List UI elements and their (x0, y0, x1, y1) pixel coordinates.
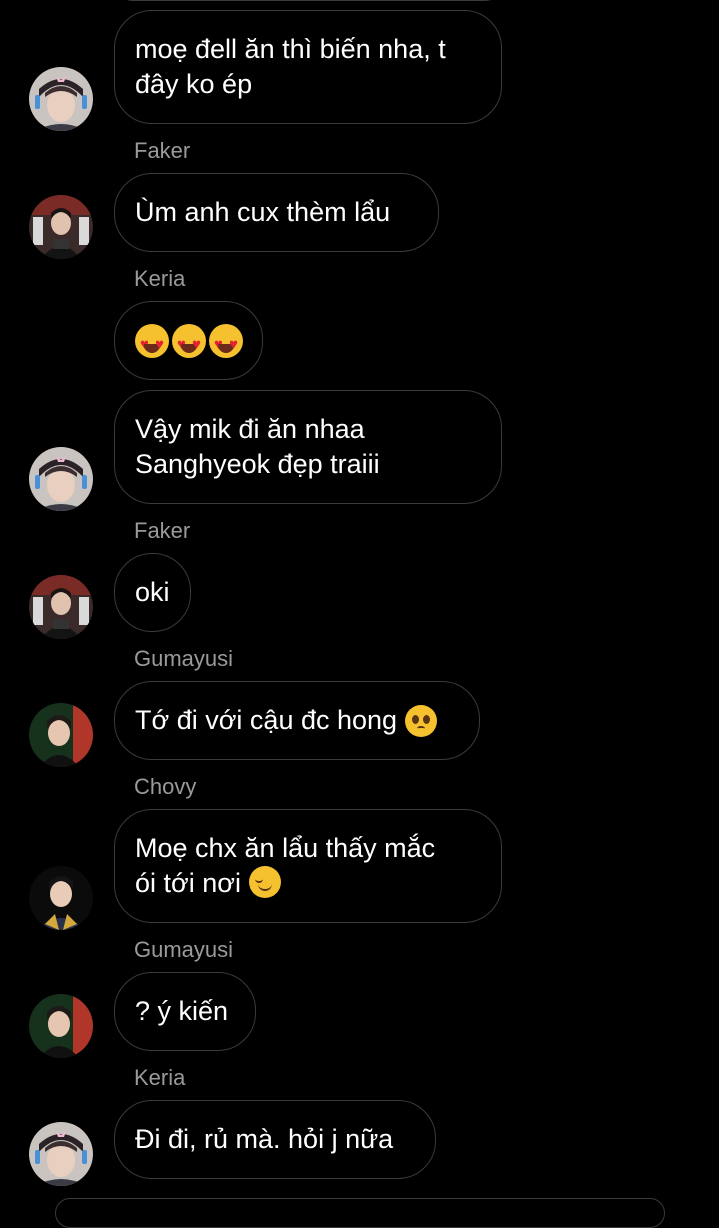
heart-eyes-emoji-icon (135, 323, 169, 362)
message-text: moẹ đell ăn thì biến nha, t đây ko ép (135, 34, 446, 99)
message-bubble[interactable]: Tớ đi với cậu đc hong (114, 681, 480, 760)
message-bubble[interactable]: Vậy mik đi ăn nhaa Sanghyeok đẹp traiii (114, 390, 502, 504)
sender-name: Chovy (134, 774, 197, 799)
chat-thread: moẹ đell ăn thì biến nha, t đây ko ép Fa… (0, 0, 719, 1228)
heart-eyes-emoji-icon (172, 323, 206, 362)
message-text: Tớ đi với cậu đc hong (135, 705, 398, 735)
message-bubble[interactable] (114, 301, 263, 380)
previous-message-bubble-edge (114, 0, 504, 1)
message-text: Ùm anh cux thèm lẩu (135, 197, 391, 227)
next-message-bubble-edge (55, 1198, 665, 1228)
message-text: oki (135, 577, 170, 607)
message-bubble[interactable]: ? ý kiến (114, 972, 256, 1051)
faker-avatar[interactable] (29, 195, 93, 259)
heart-eyes-emoji-icon (209, 323, 243, 362)
sender-name: Faker (134, 518, 191, 543)
message-bubble[interactable]: Ùm anh cux thèm lẩu (114, 173, 439, 252)
gumayusi-avatar[interactable] (29, 703, 93, 767)
message-text: Vậy mik đi ăn nhaa Sanghyeok đẹp traiii (135, 414, 380, 479)
keria-avatar[interactable] (29, 447, 93, 511)
message-bubble[interactable]: Moẹ chx ăn lẩu thấy mắc ói tới nơi (114, 809, 502, 923)
keria-avatar[interactable] (29, 1122, 93, 1186)
message-text: Đi đi, rủ mà. hỏi j nữa (135, 1124, 394, 1154)
emoji-row (135, 323, 243, 362)
chovy-avatar[interactable] (29, 866, 93, 930)
sender-name: Faker (134, 138, 191, 163)
sender-name: Gumayusi (134, 646, 234, 671)
smiling-face-emoji-icon (248, 866, 281, 898)
message-text: ? ý kiến (135, 996, 229, 1026)
gumayusi-avatar[interactable] (29, 994, 93, 1058)
message-bubble[interactable]: oki (114, 553, 191, 632)
message-bubble[interactable]: Đi đi, rủ mà. hỏi j nữa (114, 1100, 436, 1179)
sender-name: Keria (134, 266, 186, 291)
sender-name: Keria (134, 1065, 186, 1090)
message-bubble[interactable]: moẹ đell ăn thì biến nha, t đây ko ép (114, 10, 502, 124)
pleading-face-emoji-icon (405, 704, 438, 737)
sender-name: Gumayusi (134, 937, 234, 962)
message-text: Moẹ chx ăn lẩu thấy mắc ói tới nơi (135, 833, 436, 898)
faker-avatar[interactable] (29, 575, 93, 639)
keria-avatar[interactable] (29, 67, 93, 131)
